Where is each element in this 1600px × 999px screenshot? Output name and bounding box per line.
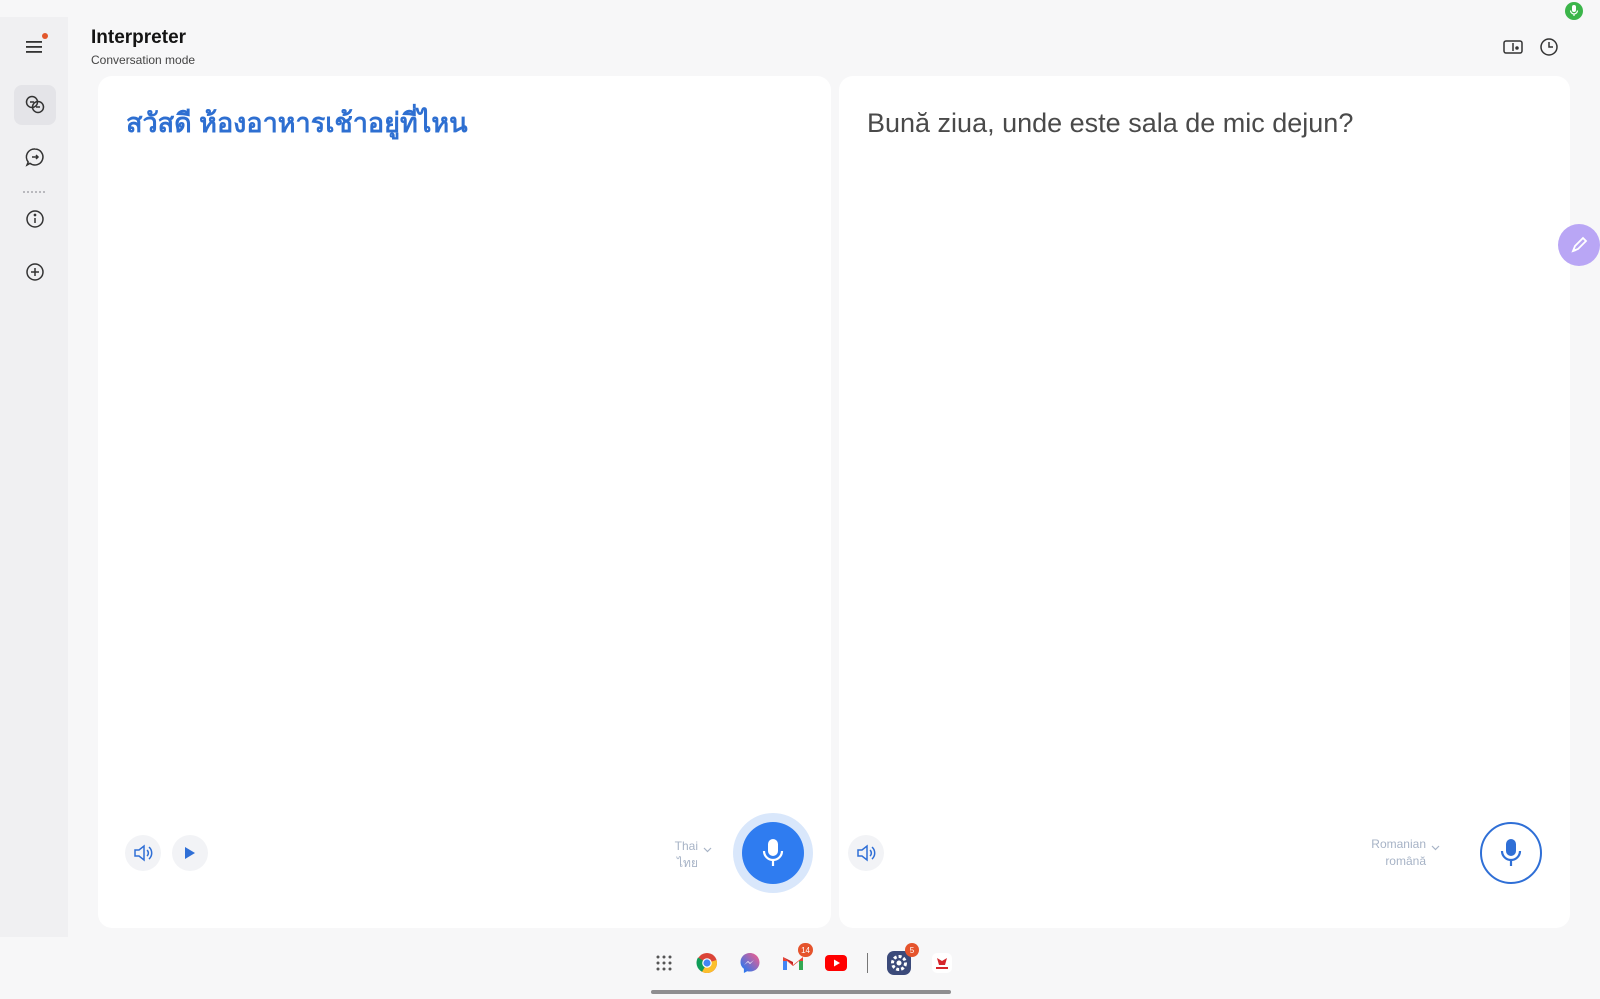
- pen-icon: [1571, 236, 1588, 253]
- microphone-icon: [1569, 5, 1579, 16]
- page-subtitle: Conversation mode: [91, 53, 196, 67]
- target-mic-button[interactable]: [1480, 822, 1542, 884]
- chevron-down-icon: [703, 847, 712, 853]
- source-text: สวัสดี ห้องอาหารเช้าอยู่ที่ไหน: [126, 108, 468, 138]
- split-view-icon: [1503, 40, 1523, 54]
- floating-edit-button[interactable]: [1558, 224, 1600, 266]
- source-language-selector[interactable]: Thai ไทย: [674, 838, 712, 873]
- target-panel: Bună ziua, unde este sala de mic dejun? …: [839, 76, 1570, 928]
- source-mic-wrap: [733, 813, 813, 893]
- speaker-icon: [134, 844, 153, 862]
- play-icon: [185, 847, 195, 859]
- target-text: Bună ziua, unde este sala de mic dejun?: [867, 108, 1354, 138]
- target-language-selector[interactable]: Romanian română: [1371, 836, 1440, 871]
- grid-icon: [656, 955, 672, 971]
- messenger-icon: [740, 953, 760, 973]
- gmail-badge: 14: [798, 943, 813, 957]
- header-actions: [1502, 36, 1560, 58]
- microphone-icon: [1500, 839, 1522, 866]
- rail-divider: [23, 191, 45, 193]
- home-indicator[interactable]: [651, 990, 951, 994]
- rail-item-chat[interactable]: [14, 137, 56, 177]
- chevron-down-icon: [1431, 845, 1440, 851]
- taskbar-samsung-app[interactable]: [930, 951, 954, 975]
- conversation-icon: [25, 95, 45, 114]
- add-circle-icon: [26, 263, 44, 281]
- microphone-icon: [762, 839, 784, 866]
- taskbar-youtube[interactable]: [824, 951, 848, 975]
- source-panel: สวัสดี ห้องอาหารเช้าอยู่ที่ไหน Thai ไทย: [98, 76, 831, 928]
- target-speaker-button[interactable]: [848, 835, 884, 871]
- history-button[interactable]: [1538, 36, 1560, 58]
- source-language-native: ไทย: [677, 856, 698, 871]
- app-header: Interpreter Conversation mode: [91, 27, 195, 67]
- taskbar-settings[interactable]: 5: [887, 943, 919, 975]
- source-play-button[interactable]: [172, 835, 208, 871]
- chrome-icon: [696, 953, 717, 974]
- rail-item-conversation[interactable]: [14, 85, 56, 125]
- rail-item-info[interactable]: [14, 199, 56, 239]
- rail-item-add[interactable]: [14, 252, 56, 292]
- chat-arrow-icon: [25, 148, 44, 167]
- target-language-name: Romanian: [1371, 837, 1426, 851]
- mic-active-indicator: [1565, 2, 1583, 20]
- settings-badge: 5: [905, 943, 919, 957]
- notification-dot: [42, 33, 48, 39]
- taskbar-divider: [867, 953, 868, 973]
- taskbar-messenger[interactable]: [738, 951, 762, 975]
- page-title: Interpreter: [91, 27, 187, 48]
- target-language-native: română: [1385, 854, 1426, 869]
- taskbar-chrome[interactable]: [695, 951, 719, 975]
- navigation-rail: [0, 17, 68, 937]
- info-icon: [26, 210, 44, 228]
- source-language-name: Thai: [674, 839, 698, 853]
- hamburger-menu-icon: [26, 41, 42, 53]
- source-speaker-button[interactable]: [125, 835, 161, 871]
- taskbar-app-drawer[interactable]: [652, 951, 676, 975]
- speaker-icon: [857, 844, 876, 862]
- source-mic-button[interactable]: [742, 822, 804, 884]
- clock-icon: [1540, 38, 1558, 56]
- taskbar: 14 5: [652, 943, 954, 980]
- split-view-button[interactable]: [1502, 36, 1524, 58]
- taskbar-gmail[interactable]: 14: [781, 943, 813, 975]
- menu-button[interactable]: [22, 33, 48, 59]
- gmail-icon: [783, 957, 803, 970]
- app-icon: [932, 953, 952, 973]
- youtube-icon: [825, 955, 847, 971]
